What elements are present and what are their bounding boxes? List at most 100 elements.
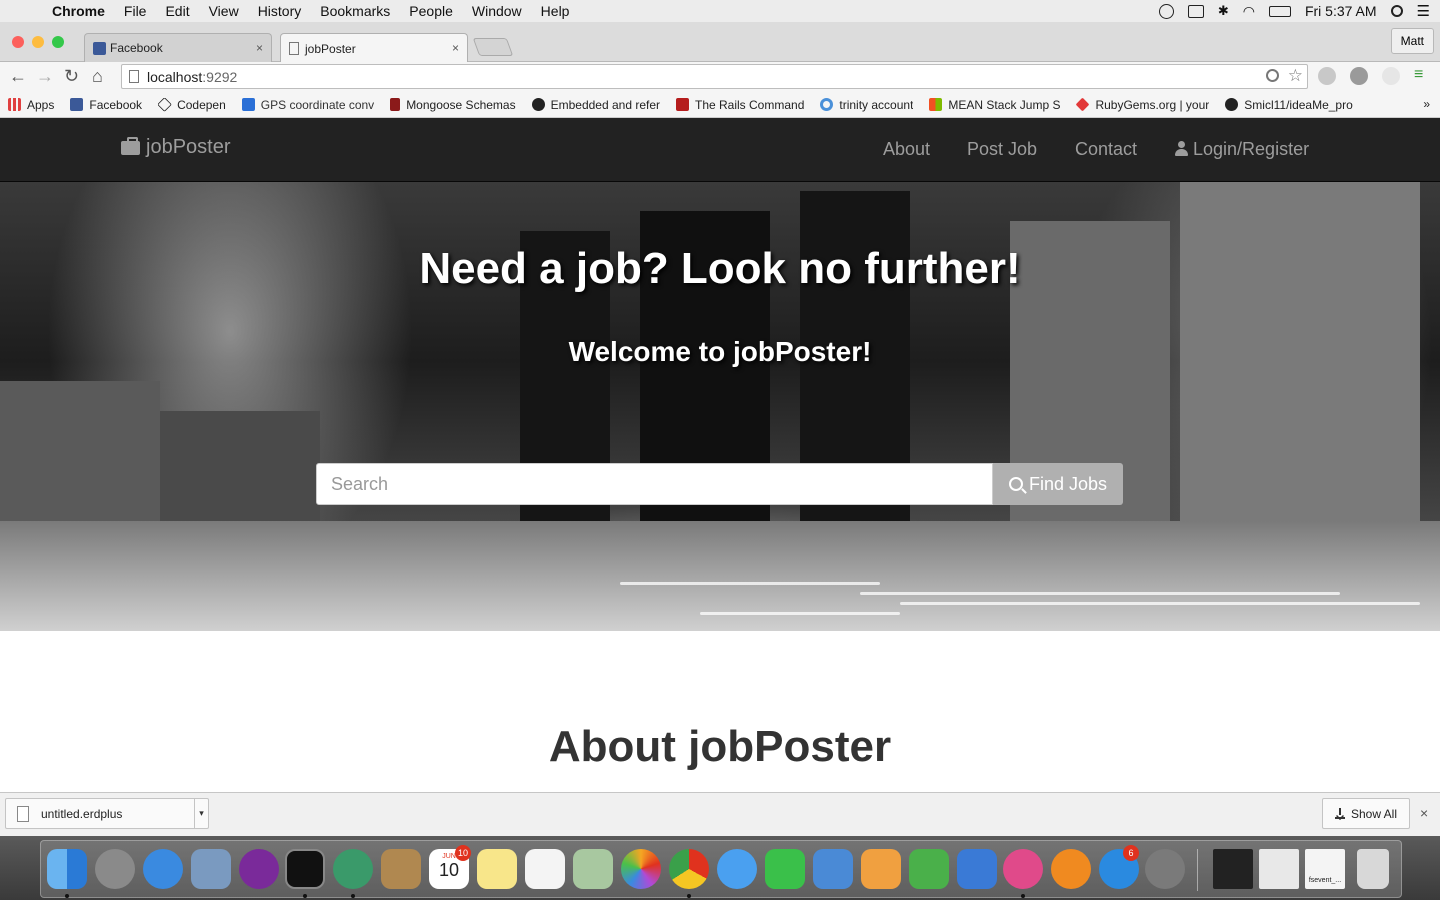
download-menu-chevron-icon[interactable]: ▾: [194, 799, 208, 828]
clock[interactable]: Fri 5:37 AM: [1305, 3, 1377, 19]
find-jobs-button[interactable]: Find Jobs: [993, 463, 1123, 505]
tab-close-icon[interactable]: ×: [452, 41, 459, 55]
close-shelf-icon[interactable]: ×: [1420, 805, 1428, 821]
bookmark-star-icon[interactable]: ☆: [1288, 66, 1303, 86]
forward-arrow-icon[interactable]: →: [36, 66, 54, 87]
menu-file[interactable]: File: [124, 3, 147, 19]
pages-icon[interactable]: [861, 849, 901, 889]
wifi-icon[interactable]: ◠: [1243, 3, 1255, 20]
menu-bookmarks[interactable]: Bookmarks: [320, 3, 390, 19]
battery-icon[interactable]: [1268, 5, 1291, 17]
menu-people[interactable]: People: [409, 3, 453, 19]
bookmark-label: Mongoose Schemas: [406, 97, 516, 112]
messages-icon[interactable]: [717, 849, 757, 889]
ibooks-icon[interactable]: [1051, 849, 1091, 889]
bookmark-codepen[interactable]: Codepen: [158, 97, 226, 112]
brand-name: jobPoster: [146, 136, 231, 158]
bookmark-embedded[interactable]: Embedded and refer: [531, 98, 660, 112]
bookmark-trinity[interactable]: trinity account: [820, 98, 913, 112]
extension-icon[interactable]: [1318, 67, 1336, 85]
safari-icon[interactable]: [143, 849, 183, 889]
back-arrow-icon[interactable]: ←: [9, 66, 27, 87]
tab-title: Facebook: [110, 41, 163, 55]
photos-icon[interactable]: [621, 849, 661, 889]
github-icon: [1225, 98, 1239, 111]
airplay-icon[interactable]: [1187, 4, 1204, 18]
macos-dock-area: JUN 10 10 6 fsevent_...: [0, 836, 1440, 900]
menu-help[interactable]: Help: [541, 3, 570, 19]
system-preferences-icon[interactable]: [1145, 849, 1185, 889]
preview-icon[interactable]: [191, 849, 231, 889]
maximize-window-button[interactable]: [52, 36, 64, 48]
image-capture-icon[interactable]: [573, 849, 613, 889]
spotlight-icon[interactable]: [1390, 5, 1403, 17]
bookmark-label: RubyGems.org | your: [1095, 97, 1210, 112]
address-bar[interactable]: localhost:9292 ☆: [121, 64, 1308, 89]
profile-button[interactable]: Matt: [1390, 28, 1434, 54]
extension-disabled-icon[interactable]: [1382, 67, 1400, 85]
reminders-icon[interactable]: [525, 849, 565, 889]
bookmark-mean-stack[interactable]: MEAN Stack Jump S: [929, 98, 1060, 112]
bookmark-facebook[interactable]: Facebook: [70, 98, 142, 112]
facetime-icon[interactable]: [765, 849, 805, 889]
nav-login-register[interactable]: Login/Register: [1175, 139, 1309, 160]
menu-history[interactable]: History: [258, 3, 302, 19]
numbers-icon[interactable]: [909, 849, 949, 889]
launchpad-icon[interactable]: [95, 849, 135, 889]
bookmark-label: Codepen: [177, 97, 226, 112]
nav-contact[interactable]: Contact: [1075, 139, 1137, 160]
chrome-icon[interactable]: [669, 849, 709, 889]
bookmark-ideame[interactable]: Smicl11/ideaMe_pro: [1225, 98, 1353, 112]
rails-icon: [676, 98, 689, 111]
github-desktop-icon[interactable]: [239, 849, 279, 889]
minimized-window-fsevent[interactable]: fsevent_...: [1305, 849, 1345, 889]
download-item[interactable]: untitled.erdplus ▾: [5, 798, 209, 829]
url-host: localhost: [147, 68, 203, 85]
url-port: :9292: [202, 68, 238, 85]
timemachine-icon[interactable]: [1158, 3, 1174, 19]
finder-icon[interactable]: [47, 849, 87, 889]
itunes-icon[interactable]: [1003, 849, 1043, 889]
menu-chrome[interactable]: Chrome: [52, 3, 105, 19]
nav-post-job[interactable]: Post Job: [967, 139, 1037, 160]
xcode-icon[interactable]: [813, 849, 853, 889]
brand-link[interactable]: jobPoster: [121, 136, 231, 159]
new-tab-button[interactable]: [472, 38, 514, 56]
menu-edit[interactable]: Edit: [165, 3, 189, 19]
extension-globe-icon[interactable]: [1350, 67, 1368, 85]
show-all-downloads-button[interactable]: Show All: [1322, 798, 1410, 829]
close-window-button[interactable]: [12, 36, 24, 48]
minimized-window-browser[interactable]: [1259, 849, 1299, 889]
chrome-menu-icon[interactable]: ≡: [1414, 66, 1423, 84]
bookmark-mongoose[interactable]: Mongoose Schemas: [390, 97, 516, 112]
menu-view[interactable]: View: [209, 3, 239, 19]
atom-icon[interactable]: [333, 849, 373, 889]
tab-close-icon[interactable]: ×: [256, 41, 263, 55]
menu-window[interactable]: Window: [472, 3, 522, 19]
notes-icon[interactable]: [477, 849, 517, 889]
zoom-icon[interactable]: [1266, 69, 1279, 82]
nav-about[interactable]: About: [883, 139, 930, 160]
bluetooth-icon[interactable]: ✱: [1218, 3, 1229, 19]
bookmark-rubygems[interactable]: RubyGems.org | your: [1076, 98, 1209, 112]
tab-facebook[interactable]: Facebook ×: [84, 33, 272, 62]
running-indicator: [65, 894, 69, 898]
job-search-input[interactable]: [316, 463, 993, 505]
running-indicator: [303, 894, 307, 898]
contacts-icon[interactable]: [381, 849, 421, 889]
bookmark-apps[interactable]: Apps: [8, 98, 54, 112]
reload-icon[interactable]: ↻: [64, 66, 79, 87]
page-info-icon[interactable]: [129, 70, 139, 83]
microsoft-icon: [929, 98, 943, 111]
tab-jobposter[interactable]: jobPoster ×: [280, 33, 468, 63]
home-icon[interactable]: ⌂: [92, 66, 103, 87]
trash-icon[interactable]: [1357, 849, 1389, 889]
minimize-window-button[interactable]: [32, 36, 44, 48]
minimized-window-terminal[interactable]: [1213, 849, 1253, 889]
bookmark-rails[interactable]: The Rails Command: [676, 98, 804, 112]
terminal-icon[interactable]: [285, 849, 325, 889]
more-bookmarks-icon[interactable]: »: [1423, 97, 1430, 111]
bookmark-gps[interactable]: GPS coordinate conv: [241, 98, 374, 112]
keynote-icon[interactable]: [957, 849, 997, 889]
notification-center-icon[interactable]: ☰: [1417, 2, 1430, 20]
